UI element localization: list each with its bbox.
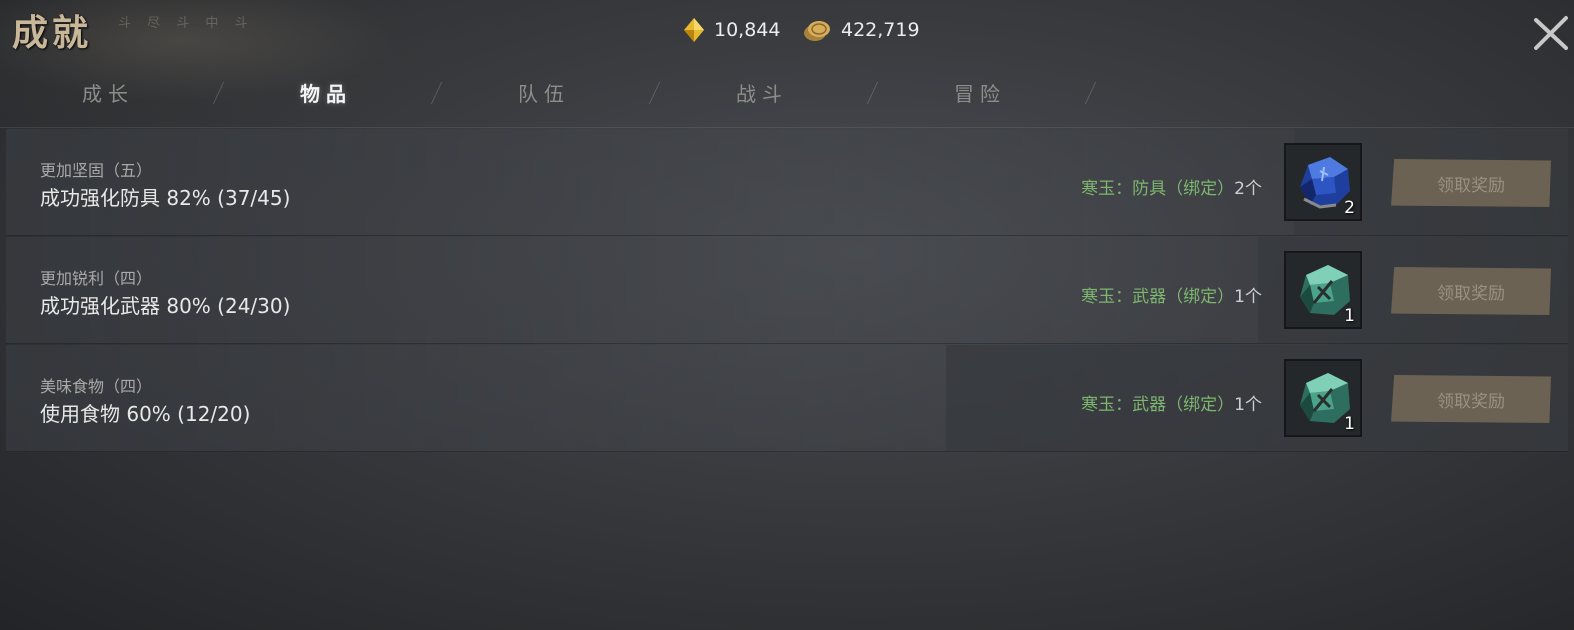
tab-team[interactable]: 队伍 (464, 78, 624, 107)
achievement-row: 美味食物（四） 使用食物 60% (12/20) 寒玉：武器（绑定）1个 1 领… (6, 345, 1568, 452)
reward-count: 1个 (1234, 287, 1262, 307)
tab-adventure[interactable]: 冒险 (900, 78, 1060, 107)
tab-battle[interactable]: 战斗 (682, 78, 842, 107)
page-subtitle: 斗 尽 斗 中 斗 (118, 16, 254, 31)
reward-item-slot[interactable]: 1 (1284, 251, 1362, 329)
coins-value: 422,719 (841, 19, 920, 41)
achievement-progress: 使用食物 60% (12/20) (40, 402, 251, 426)
achievement-row: 更加坚固（五） 成功强化防具 82% (37/45) 寒玉：防具（绑定）2个 2… (6, 129, 1568, 236)
currency-coins: 422,719 (803, 18, 920, 42)
gems-value: 10,844 (714, 19, 781, 41)
reward-count: 1个 (1234, 395, 1262, 415)
reward-label: 寒玉：武器（绑定）1个 (1081, 390, 1262, 415)
claim-reward-button[interactable]: 领取奖励 (1391, 267, 1551, 315)
tab-items[interactable]: 物品 (246, 78, 406, 107)
tab-divider (430, 82, 443, 104)
achievement-row: 更加锐利（四） 成功强化武器 80% (24/30) 寒玉：武器（绑定）1个 1… (6, 237, 1568, 344)
close-icon[interactable] (1532, 14, 1570, 52)
tab-growth[interactable]: 成长 (28, 78, 188, 107)
achievement-name: 更加锐利（四） (40, 269, 153, 288)
tabs-divider-line (0, 127, 1574, 128)
reward-item-slot[interactable]: 2 (1284, 143, 1362, 221)
achievement-name: 美味食物（四） (40, 377, 153, 396)
gold-gem-icon (684, 18, 704, 42)
achievement-progress: 成功强化防具 82% (37/45) (40, 186, 291, 210)
category-tabs: 成长 物品 队伍 战斗 冒险 (0, 70, 1100, 122)
reward-name: 寒玉：武器（绑定） (1081, 395, 1235, 415)
reward-item-slot[interactable]: 1 (1284, 359, 1362, 437)
item-quantity: 1 (1344, 306, 1355, 326)
item-quantity: 2 (1344, 198, 1355, 218)
reward-count: 2个 (1234, 179, 1262, 199)
claim-reward-button[interactable]: 领取奖励 (1391, 375, 1551, 423)
tab-divider (648, 82, 661, 104)
page-title: 成就 (12, 12, 93, 54)
tab-divider (212, 82, 225, 104)
currency-gems: 10,844 (684, 18, 780, 42)
reward-name: 寒玉：防具（绑定） (1081, 179, 1235, 199)
achievement-name: 更加坚固（五） (40, 161, 153, 180)
reward-name: 寒玉：武器（绑定） (1081, 287, 1235, 307)
reward-label: 寒玉：防具（绑定）2个 (1081, 174, 1262, 199)
achievement-progress: 成功强化武器 80% (24/30) (40, 294, 291, 318)
item-quantity: 1 (1344, 414, 1355, 434)
tab-divider (866, 82, 879, 104)
reward-label: 寒玉：武器（绑定）1个 (1081, 282, 1262, 307)
claim-reward-button[interactable]: 领取奖励 (1391, 159, 1551, 207)
coin-stack-icon (804, 21, 830, 41)
tab-divider (1084, 82, 1097, 104)
